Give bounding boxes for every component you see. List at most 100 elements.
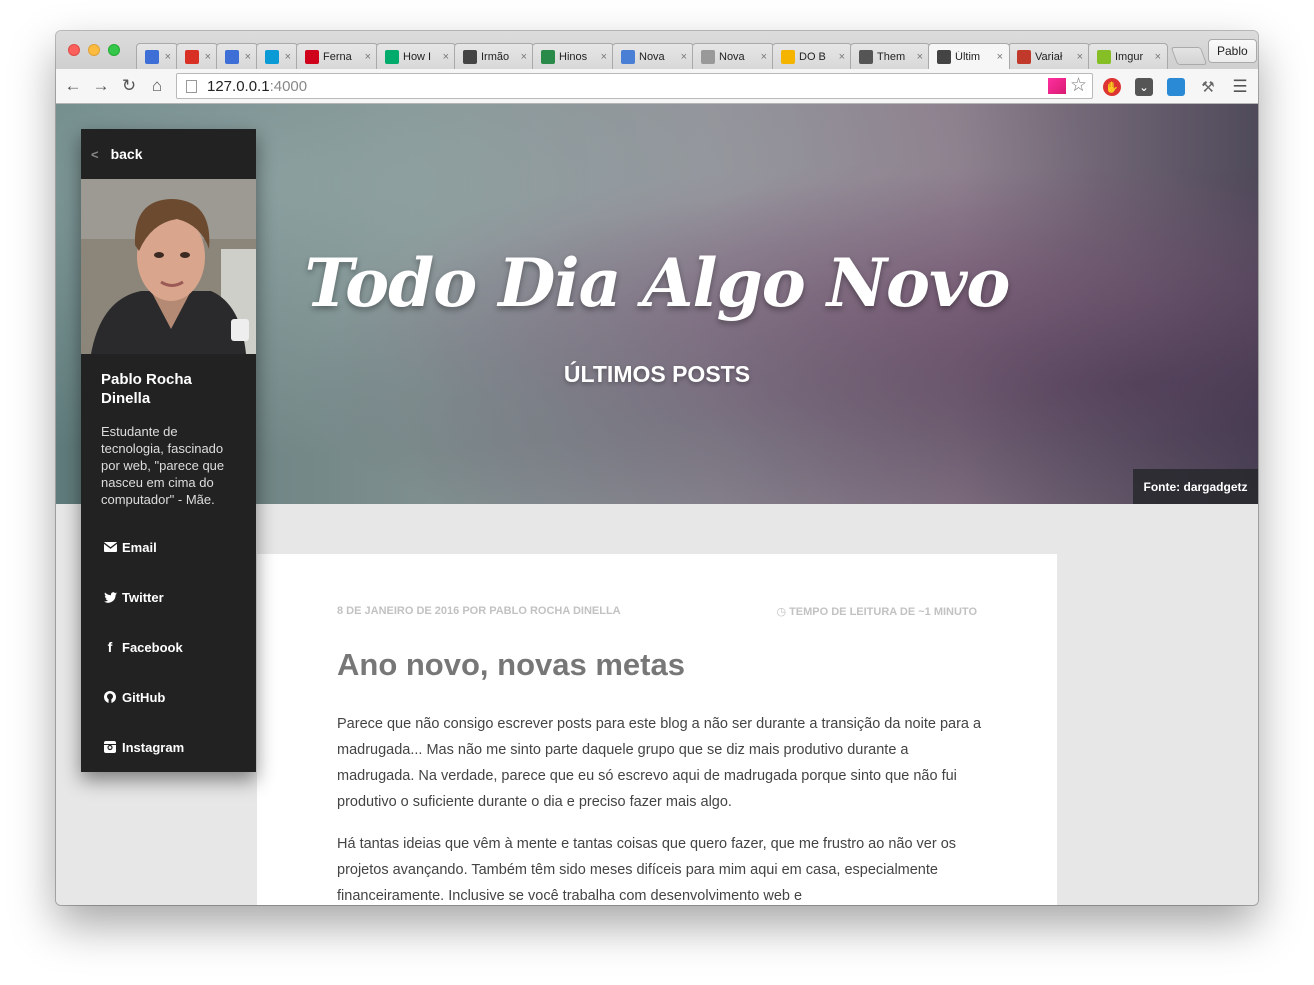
twitter-icon	[103, 590, 117, 604]
twitter-link[interactable]: Twitter	[103, 587, 164, 607]
close-tab-icon[interactable]: ×	[1155, 51, 1161, 63]
browser-tab[interactable]: DO B ×	[772, 43, 852, 69]
page-icon	[701, 49, 715, 64]
tab-title: Hinos	[559, 50, 588, 63]
square-icon	[937, 49, 951, 64]
email-link[interactable]: Email	[103, 537, 157, 557]
close-tab-icon[interactable]: ×	[601, 51, 607, 63]
tab-title: Variał	[1035, 50, 1063, 63]
close-tab-icon[interactable]: ×	[917, 51, 923, 63]
twitter-label: Twitter	[122, 589, 164, 605]
reading-time-label: Tempo de leitura de ~1 minuto	[789, 605, 977, 618]
browser-tab[interactable]: ×	[176, 43, 218, 69]
menu-icon[interactable]: ☰	[1231, 77, 1249, 96]
bookmark-star-icon[interactable]: ☆	[1070, 74, 1087, 97]
trello-icon	[265, 49, 279, 64]
instagram-label: Instagram	[122, 739, 185, 755]
close-tab-icon[interactable]: ×	[1077, 51, 1083, 63]
tab-title: Nova	[639, 50, 665, 63]
close-tab-icon[interactable]: ×	[761, 51, 767, 63]
author-name: Pablo Rocha Dinella	[101, 371, 192, 407]
window-resizer-icon[interactable]	[1167, 78, 1185, 96]
tab-strip: × × × × Ferna × How I × Irmão × Hinos × Nova × Nova × DO…	[56, 31, 1258, 69]
chevron-left-icon: <	[91, 146, 99, 162]
post-card: 8 de janeiro de 2016 por Pablo Rocha Din…	[257, 554, 1057, 905]
browser-tab[interactable]: Irmão ×	[454, 43, 534, 69]
browser-tab[interactable]: Últim ×	[928, 43, 1010, 69]
compass-icon	[621, 49, 635, 64]
avatar	[81, 179, 256, 354]
image-credit: Fonte: dargadgetz	[1133, 469, 1258, 504]
tab-title: DO B	[799, 50, 826, 63]
instagram-icon	[103, 740, 117, 754]
tab-title: Irmão	[481, 50, 510, 63]
minimize-window-button[interactable]	[88, 44, 100, 56]
close-tab-icon[interactable]: ×	[285, 51, 291, 63]
tools-icon[interactable]: ⚒	[1199, 78, 1217, 96]
close-tab-icon[interactable]: ×	[997, 51, 1003, 63]
page-icon	[186, 79, 197, 93]
browser-tab[interactable]: Nova ×	[612, 43, 694, 69]
browser-tab[interactable]: Nova ×	[692, 43, 774, 69]
browser-tab[interactable]: Them ×	[850, 43, 930, 69]
close-tab-icon[interactable]: ×	[681, 51, 687, 63]
github-label: GitHub	[122, 689, 166, 705]
reload-icon[interactable]: ↻	[118, 75, 140, 97]
facebook-label: Facebook	[122, 639, 183, 655]
email-label: Email	[122, 539, 157, 555]
inbox-icon	[225, 49, 239, 64]
globe-icon	[541, 49, 555, 64]
medium-icon	[385, 49, 399, 64]
forward-arrow-icon[interactable]: →	[90, 75, 112, 97]
tab-title: Imgur	[1115, 50, 1144, 63]
instagram-link[interactable]: Instagram	[103, 737, 184, 757]
close-window-button[interactable]	[68, 44, 80, 56]
pocket-icon[interactable]: ⌄	[1135, 78, 1153, 96]
browser-tab[interactable]: ×	[136, 43, 178, 69]
profile-sidebar: < back Pablo Rocha Dinella Estudante de …	[81, 129, 256, 772]
tab-title: How I	[403, 50, 432, 63]
gmail-icon	[185, 49, 199, 64]
page-viewport: Todo Dia Algo Novo ÚLTIMOS POSTS Fonte: …	[56, 104, 1258, 905]
browser-tab[interactable]: ×	[256, 43, 298, 69]
address-bar[interactable]: 127.0.0.1:4000	[176, 73, 1093, 99]
close-tab-icon[interactable]: ×	[443, 51, 449, 63]
square-icon	[859, 49, 873, 64]
back-label: back	[110, 146, 143, 162]
imgur-icon	[1097, 49, 1111, 64]
drive-icon	[781, 49, 795, 64]
close-tab-icon[interactable]: ×	[245, 51, 251, 63]
tab-title: Últim	[955, 50, 981, 63]
close-tab-icon[interactable]: ×	[521, 51, 527, 63]
browser-tab[interactable]: Ferna ×	[296, 43, 378, 69]
facebook-icon: f	[107, 639, 113, 655]
home-icon[interactable]: ⌂	[146, 75, 168, 97]
reading-time: ◷ Tempo de leitura de ~1 minuto	[776, 605, 977, 619]
browser-tab[interactable]: Variał ×	[1008, 43, 1090, 69]
tab-title: Ferna	[323, 50, 352, 63]
back-link[interactable]: < back	[81, 129, 256, 179]
facebook-link[interactable]: f Facebook	[103, 637, 183, 657]
back-arrow-icon[interactable]: ←	[62, 75, 84, 97]
browser-tab[interactable]: Imgur ×	[1088, 43, 1168, 69]
close-tab-icon[interactable]: ×	[365, 51, 371, 63]
github-link[interactable]: GitHub	[103, 687, 165, 707]
close-tab-icon[interactable]: ×	[839, 51, 845, 63]
new-tab-button[interactable]	[1170, 47, 1208, 65]
adblock-icon[interactable]: ✋	[1103, 78, 1121, 96]
tab-title: Them	[877, 50, 906, 63]
clock-icon: ◷	[776, 606, 787, 618]
browser-tab[interactable]: Hinos ×	[532, 43, 614, 69]
zoom-window-button[interactable]	[108, 44, 120, 56]
browser-tab[interactable]: How I ×	[376, 43, 456, 69]
extension-icon[interactable]	[1048, 78, 1066, 94]
close-tab-icon[interactable]: ×	[205, 51, 211, 63]
close-tab-icon[interactable]: ×	[165, 51, 171, 63]
profile-button[interactable]: Pablo	[1208, 39, 1257, 63]
address-url: 127.0.0.1:4000	[207, 77, 308, 95]
post-title[interactable]: Ano novo, novas metas	[337, 647, 685, 683]
people-icon	[463, 49, 477, 64]
author-bio: Estudante de tecnologia, fascinado por w…	[101, 424, 225, 507]
browser-tab[interactable]: ×	[216, 43, 258, 69]
shield-icon	[305, 49, 319, 64]
